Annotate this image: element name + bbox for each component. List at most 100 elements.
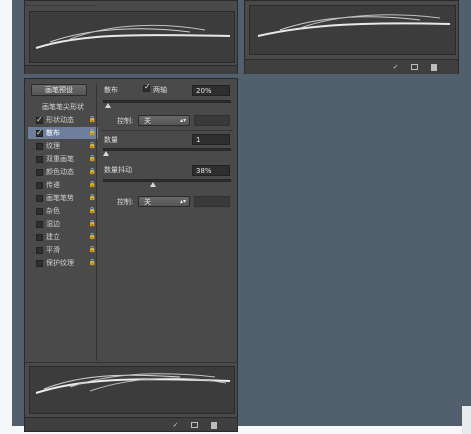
panel-footer: ✓ — [245, 59, 458, 74]
option-checkbox[interactable] — [36, 143, 43, 150]
brush-option-item[interactable]: 散布 🔒 — [28, 127, 98, 139]
count-jitter-value-field[interactable]: 38% — [192, 165, 230, 176]
option-checkbox[interactable] — [36, 208, 43, 215]
count-jitter-slider-track[interactable] — [103, 179, 231, 182]
panel-divider — [25, 5, 95, 6]
brush-option-item[interactable]: 颜色动态 🔒 — [28, 166, 98, 178]
panel-footer — [25, 65, 237, 74]
option-label: 画笔笔势 — [46, 194, 74, 202]
lock-icon[interactable]: 🔒 — [89, 257, 96, 269]
count-slider-thumb[interactable] — [103, 151, 109, 156]
window-edge-scrollbar[interactable] — [462, 406, 471, 434]
option-checkbox[interactable] — [36, 247, 43, 254]
count-jitter-slider-thumb[interactable] — [150, 182, 157, 187]
count-jitter-label: 数量抖动 — [104, 166, 132, 174]
brush-panel-top-left — [24, 0, 238, 74]
lock-icon[interactable]: 🔒 — [89, 179, 96, 191]
brush-panel-top-right: ✓ — [244, 0, 459, 74]
count-label: 数量 — [104, 136, 118, 144]
option-checkbox[interactable] — [36, 182, 43, 189]
count-jitter-control-select[interactable]: 关 ▴▾ — [138, 196, 190, 207]
brush-stroke-preview — [35, 373, 231, 394]
page-icon[interactable] — [211, 422, 217, 429]
section-separator — [101, 130, 233, 131]
scatter-slider-track[interactable] — [103, 100, 231, 103]
brush-presets-button[interactable]: 画笔预设 — [31, 84, 87, 96]
preview-divider — [25, 362, 237, 363]
lock-icon[interactable]: 🔒 — [89, 127, 96, 139]
option-label: 传递 — [46, 181, 60, 189]
option-checkbox[interactable] — [36, 127, 43, 139]
option-label: 颜色动态 — [46, 168, 74, 176]
scatter-control-label: 控制: — [117, 117, 134, 125]
brush-option-item[interactable]: 传递 🔒 — [28, 179, 98, 191]
eye-brush-icon[interactable]: ✓ — [391, 63, 400, 71]
lock-icon[interactable]: 🔒 — [89, 244, 96, 256]
spinner-arrows-icon: ▴▾ — [179, 198, 186, 205]
count-jitter-control-label: 控制: — [117, 198, 134, 206]
lock-icon[interactable]: 🔒 — [89, 166, 96, 178]
option-label: 平滑 — [46, 246, 60, 254]
brush-option-item[interactable]: 湿边 🔒 — [28, 218, 98, 230]
grid-icon[interactable] — [191, 422, 198, 428]
brush-option-item[interactable]: 杂色 🔒 — [28, 205, 98, 217]
brush-options-items: 形状动态🔒散布🔒纹理🔒双重画笔🔒颜色动态🔒传递🔒画笔笔势🔒杂色🔒湿边🔒建立🔒平滑… — [28, 114, 98, 284]
lock-icon[interactable]: 🔒 — [89, 153, 96, 165]
brush-stroke-preview — [35, 24, 231, 49]
scatter-control-extra-field — [194, 115, 230, 126]
stroke-preview — [29, 11, 235, 63]
option-checkbox[interactable] — [36, 260, 43, 267]
option-label: 双重画笔 — [46, 155, 74, 163]
brush-option-item[interactable]: 纹理 🔒 — [28, 140, 98, 152]
grid-icon[interactable] — [411, 64, 418, 70]
spinner-arrows-icon: ▴▾ — [179, 117, 186, 124]
lock-icon[interactable]: 🔒 — [89, 218, 96, 230]
scatter-label: 散布 — [104, 86, 118, 94]
option-label: 保护纹理 — [46, 259, 74, 267]
option-checkbox[interactable] — [36, 156, 43, 163]
lock-icon[interactable]: 🔒 — [89, 192, 96, 204]
panel-footer: ✓ — [25, 417, 237, 431]
option-checkbox[interactable] — [36, 114, 43, 126]
eye-brush-icon[interactable]: ✓ — [171, 421, 180, 429]
scatter-slider-thumb[interactable] — [105, 103, 112, 108]
option-checkbox[interactable] — [36, 195, 43, 202]
stroke-preview — [249, 5, 456, 55]
count-value-field[interactable]: 1 — [192, 134, 230, 145]
page-icon[interactable] — [431, 64, 437, 71]
brush-tip-shape-item[interactable]: 画笔笔尖形状 — [42, 101, 98, 113]
brush-option-item[interactable]: 平滑 🔒 — [28, 244, 98, 256]
stroke-preview — [29, 366, 235, 414]
both-axes-checkbox[interactable]: ✓ — [143, 82, 151, 92]
brush-option-item[interactable]: 建立 🔒 — [28, 231, 98, 243]
count-jitter-control-extra-field — [194, 196, 230, 207]
both-axes-label: 两轴 — [153, 86, 167, 94]
count-jitter-control-value: 关 — [144, 198, 151, 206]
scatter-value-field[interactable]: 20% — [192, 85, 230, 96]
list-divider — [96, 83, 97, 361]
option-checkbox[interactable] — [36, 221, 43, 228]
scatter-settings: 散布 ✓ 两轴 20% 控制: 关 ▴▾ 数量 1 数量抖动 38% 控制: 关… — [101, 82, 235, 361]
option-checkbox[interactable] — [36, 234, 43, 241]
lock-icon[interactable]: 🔒 — [89, 205, 96, 217]
scatter-control-select[interactable]: 关 ▴▾ — [138, 115, 190, 126]
check-icon: ✓ — [144, 82, 151, 91]
option-label: 纹理 — [46, 142, 60, 150]
lock-icon[interactable]: 🔒 — [89, 140, 96, 152]
brush-option-item[interactable]: 画笔笔势 🔒 — [28, 192, 98, 204]
brush-options-list: 画笔笔尖形状 形状动态🔒散布🔒纹理🔒双重画笔🔒颜色动态🔒传递🔒画笔笔势🔒杂色🔒湿… — [28, 99, 98, 361]
scatter-control-value: 关 — [144, 117, 151, 125]
brush-option-item[interactable]: 保护纹理 🔒 — [28, 257, 98, 269]
brush-option-item[interactable]: 形状动态 🔒 — [28, 114, 98, 126]
brush-option-item[interactable]: 双重画笔 🔒 — [28, 153, 98, 165]
brush-stroke-preview — [257, 14, 451, 37]
option-label: 湿边 — [46, 220, 60, 228]
option-label: 杂色 — [46, 207, 60, 215]
option-label: 建立 — [46, 233, 60, 241]
option-checkbox[interactable] — [36, 169, 43, 176]
option-label: 形状动态 — [46, 116, 74, 124]
lock-icon[interactable]: 🔒 — [89, 114, 96, 126]
option-label: 散布 — [46, 129, 60, 137]
count-slider-track[interactable] — [103, 148, 231, 151]
lock-icon[interactable]: 🔒 — [89, 231, 96, 243]
